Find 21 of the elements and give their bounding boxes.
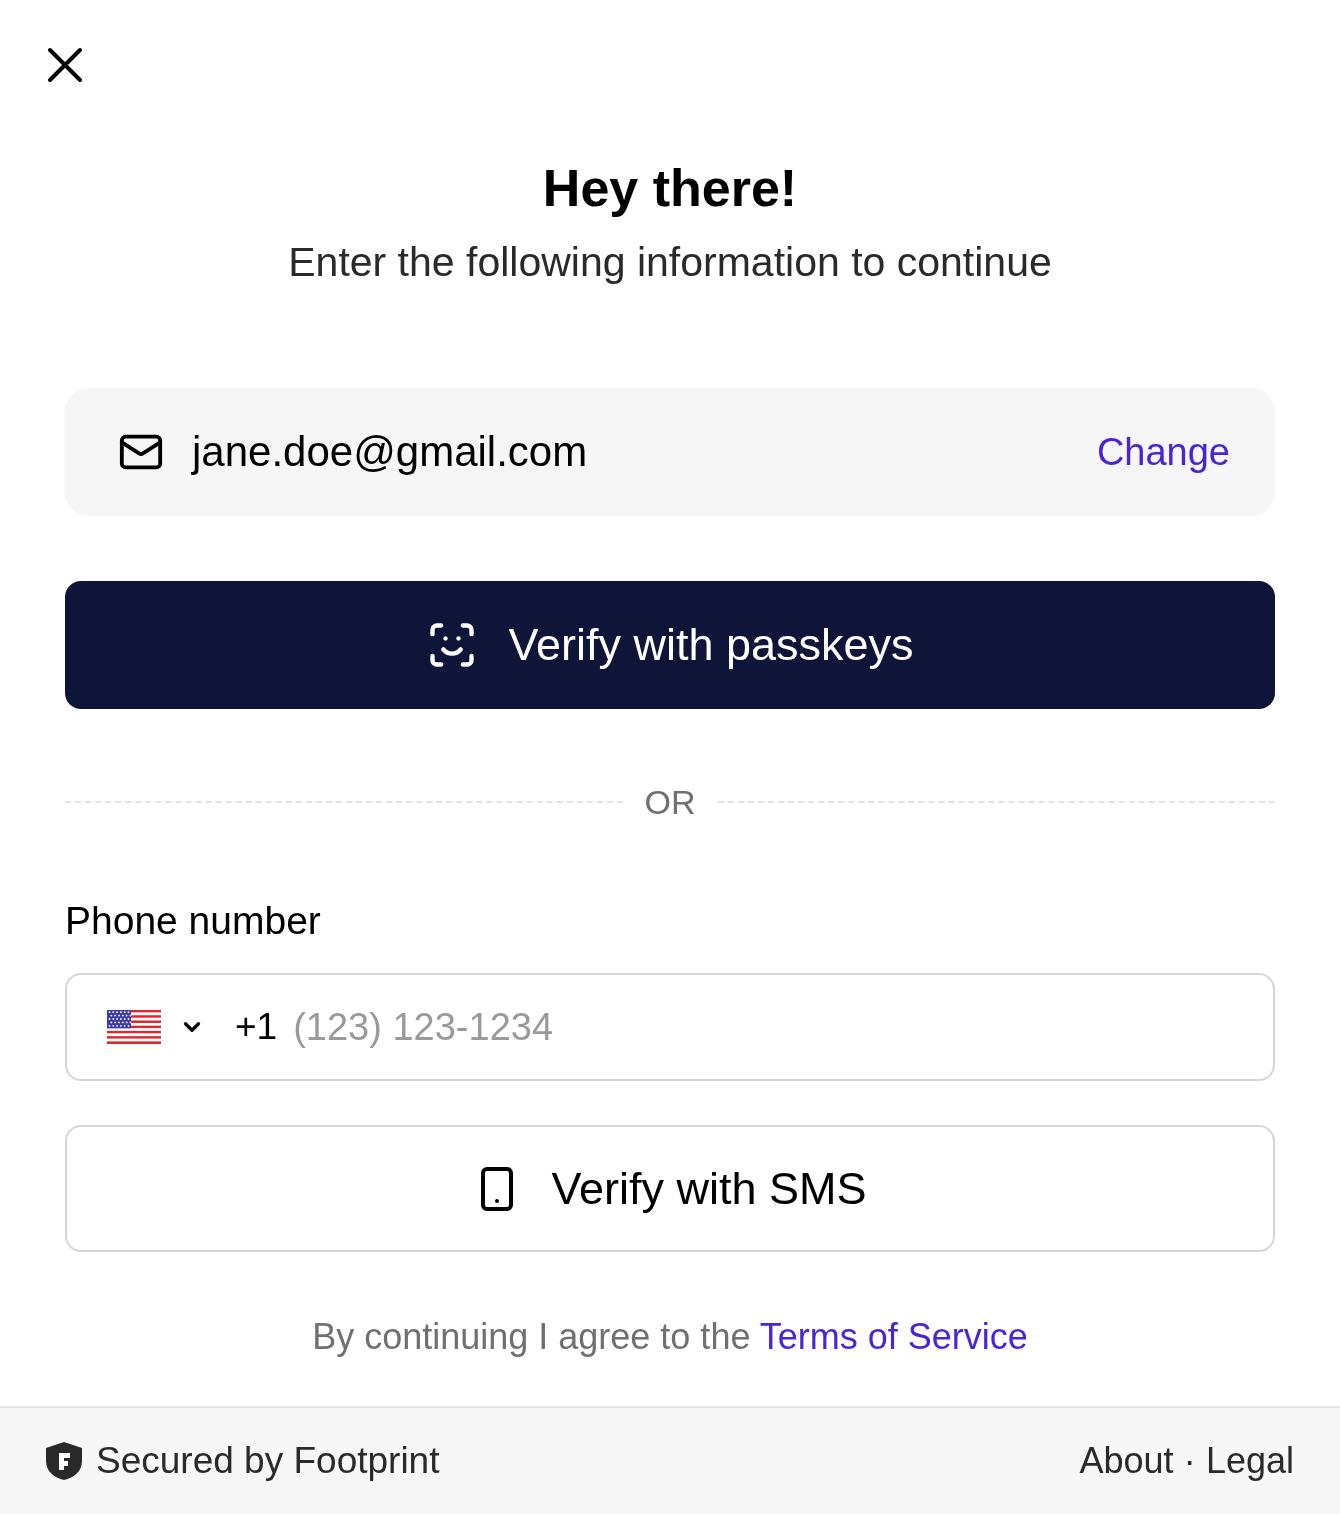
flag-icon	[107, 1010, 161, 1044]
footer-brand: Secured by Footprint	[96, 1439, 440, 1483]
page-title: Hey there!	[541, 160, 799, 216]
country-code: +1	[235, 1005, 278, 1049]
phone-field[interactable]: +1 (123) 123-1234	[65, 973, 1275, 1081]
terms-link[interactable]: Terms of Service	[759, 1316, 1028, 1357]
footer-link[interactable]: About	[1079, 1439, 1174, 1483]
close-icon	[47, 47, 83, 83]
shield-icon	[44, 1441, 84, 1481]
phone-label: Phone number	[65, 901, 322, 941]
passkey-button[interactable]: Verify with passkeys	[65, 581, 1275, 709]
change-link[interactable]: Change	[1096, 429, 1230, 475]
email-address: jane.doe@gmail.com	[192, 427, 588, 477]
page-subtitle: Enter the following information to continue	[287, 238, 1053, 286]
divider-label: OR	[644, 782, 696, 823]
footer-link[interactable]: Legal	[1205, 1439, 1294, 1483]
separator-dot: ·	[1183, 1439, 1196, 1483]
phone-input[interactable]: (123) 123-1234	[293, 1004, 1253, 1050]
terms-notice: By continuing I agree to the Terms of Service	[311, 1315, 1029, 1359]
sms-button[interactable]: Verify with SMS	[65, 1125, 1275, 1252]
close-button[interactable]	[46, 46, 84, 84]
